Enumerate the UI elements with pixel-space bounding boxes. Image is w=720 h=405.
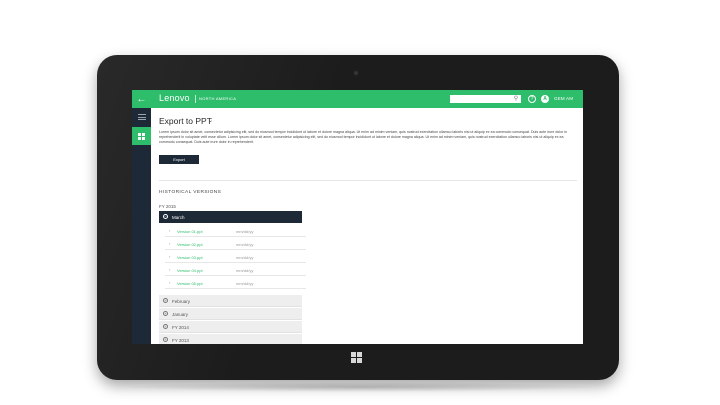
version-date: mm/dd/yy (236, 254, 254, 260)
region-label[interactable]: NORTH AMERICA (199, 96, 236, 101)
version-date: mm/dd/yy (236, 228, 254, 234)
brand-logo: Lenovo (159, 93, 190, 103)
avatar[interactable]: A (541, 95, 549, 103)
export-button[interactable]: Export (159, 155, 199, 164)
search-input[interactable] (450, 95, 521, 103)
fiscal-year-label: FY 2015 (159, 204, 176, 209)
chevron-right-icon: › (169, 241, 171, 246)
accordion-month-february[interactable]: + February (159, 295, 302, 307)
top-app-bar: ← Lenovo NORTH AMERICA ⚲ ? A GEM AM (132, 90, 583, 108)
plus-circle-icon: + (163, 337, 168, 342)
page-title: Export to PPT (159, 116, 212, 126)
accordion-month-open[interactable]: − March (159, 211, 302, 223)
minus-circle-icon: − (163, 214, 168, 219)
grid-icon (138, 132, 145, 140)
search-icon[interactable]: ⚲ (512, 95, 520, 103)
plus-circle-icon: + (163, 324, 168, 329)
accordion-month-january[interactable]: + January (159, 308, 302, 320)
username-label[interactable]: GEM AM (554, 96, 573, 101)
version-date: mm/dd/yy (236, 241, 254, 247)
version-row[interactable]: › Version 01.ppt mm/dd/yy (165, 224, 306, 237)
menu-button[interactable] (132, 108, 151, 126)
plus-circle-icon: + (163, 298, 168, 303)
back-arrow-icon[interactable]: ← (132, 90, 151, 108)
chevron-right-icon: › (169, 228, 171, 233)
accordion-label: January (172, 311, 189, 317)
chevron-down-icon[interactable]: ⌄ (208, 117, 213, 124)
section-divider (159, 180, 577, 181)
chevron-right-icon: › (169, 254, 171, 259)
help-icon[interactable]: ? (528, 95, 536, 103)
page-description: Lorem ipsum dolor sit amet, consectetur … (159, 130, 568, 144)
brand-divider (195, 95, 196, 103)
windows-logo-icon[interactable] (351, 352, 363, 364)
version-row[interactable]: › Version 02.ppt mm/dd/yy (165, 237, 306, 250)
accordion-label: February (172, 298, 191, 304)
version-date: mm/dd/yy (236, 280, 254, 286)
accordion-label: FY 2013 (172, 337, 189, 343)
accordion-fy-2014[interactable]: + FY 2014 (159, 321, 302, 333)
app-screen: ← Lenovo NORTH AMERICA ⚲ ? A GEM AM Expo… (132, 90, 583, 344)
front-camera (353, 70, 359, 76)
version-file-link[interactable]: Version 03.ppt (177, 255, 203, 260)
chevron-right-icon: › (169, 280, 171, 285)
version-row[interactable]: › Version 04.ppt mm/dd/yy (165, 263, 306, 276)
hamburger-icon (137, 114, 146, 120)
chevron-right-icon: › (169, 267, 171, 272)
version-date: mm/dd/yy (236, 267, 254, 273)
version-row[interactable]: › Version 05.ppt mm/dd/yy (165, 276, 306, 289)
main-content: Export to PPT ⌄ Lorem ipsum dolor sit am… (151, 108, 583, 344)
version-file-link[interactable]: Version 02.ppt (177, 242, 203, 247)
device-shadow (120, 382, 600, 392)
history-section-title: HISTORICAL VERSIONS (159, 190, 222, 195)
version-file-link[interactable]: Version 01.ppt (177, 229, 203, 234)
version-file-link[interactable]: Version 04.ppt (177, 268, 203, 273)
version-row[interactable]: › Version 03.ppt mm/dd/yy (165, 250, 306, 263)
tablet-device: ← Lenovo NORTH AMERICA ⚲ ? A GEM AM Expo… (97, 55, 619, 380)
plus-circle-icon: + (163, 311, 168, 316)
accordion-label: March (172, 214, 185, 220)
left-nav-rail (132, 108, 151, 344)
accordion-label: FY 2014 (172, 324, 189, 330)
nav-item-dashboard[interactable] (132, 127, 151, 145)
version-file-link[interactable]: Version 05.ppt (177, 281, 203, 286)
accordion-fy-2013[interactable]: + FY 2013 (159, 334, 302, 344)
